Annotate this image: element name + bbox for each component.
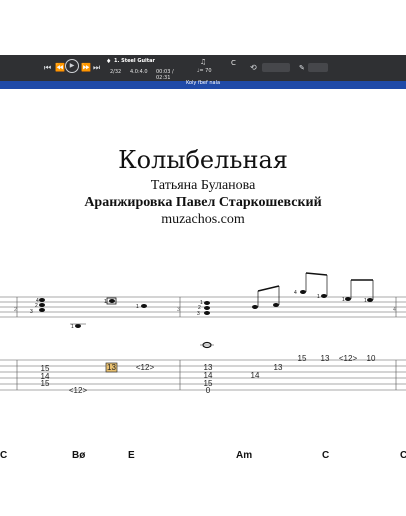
svg-text:1: 1 — [136, 304, 139, 310]
measure-number: 2 — [14, 307, 17, 313]
svg-text:1: 1 — [364, 298, 367, 304]
tab-number: <12> — [339, 354, 358, 363]
measure-number: 3 — [177, 307, 180, 313]
measure-number: 4 — [393, 307, 396, 313]
chord-name: C — [0, 450, 7, 461]
svg-text:2: 2 — [35, 303, 38, 309]
tab-number: 13 — [321, 354, 330, 363]
svg-text:3: 3 — [30, 309, 33, 315]
tab-number: 13 — [274, 363, 283, 372]
svg-text:1: 1 — [104, 299, 107, 305]
whole-note — [200, 341, 214, 349]
tab-number: 10 — [367, 354, 376, 363]
svg-text:1: 1 — [317, 294, 320, 300]
svg-text:1: 1 — [342, 297, 345, 303]
chord-name: C — [322, 450, 329, 461]
chord-name: E — [128, 450, 135, 461]
tab-number: 15 — [298, 354, 307, 363]
beamed-notes: 4 1 1 1 — [252, 272, 374, 309]
score-notation: 2 3 4 423 1 1 1 123 4 1 1 1 15 14 15 <12… — [0, 272, 406, 461]
tab-number: 0 — [206, 386, 211, 395]
chord-name: Bø — [72, 450, 86, 461]
svg-text:1: 1 — [71, 324, 74, 330]
chord-name: Am — [236, 450, 252, 461]
tab-number: 15 — [41, 379, 50, 388]
tab-number: 14 — [251, 371, 260, 380]
svg-text:3: 3 — [197, 311, 200, 317]
single-note: 1 — [70, 323, 86, 330]
highlighted-note[interactable]: 1 — [104, 297, 117, 305]
single-note: 1 — [136, 304, 147, 310]
tab-number[interactable]: 13 — [107, 363, 116, 372]
chord-note: 123 — [197, 300, 210, 317]
svg-text:4: 4 — [294, 290, 297, 296]
tab-number: <12> — [136, 363, 155, 372]
tab-number: <12> — [69, 386, 88, 395]
chord-name: C — [400, 450, 406, 461]
chord-note: 423 — [30, 298, 45, 315]
